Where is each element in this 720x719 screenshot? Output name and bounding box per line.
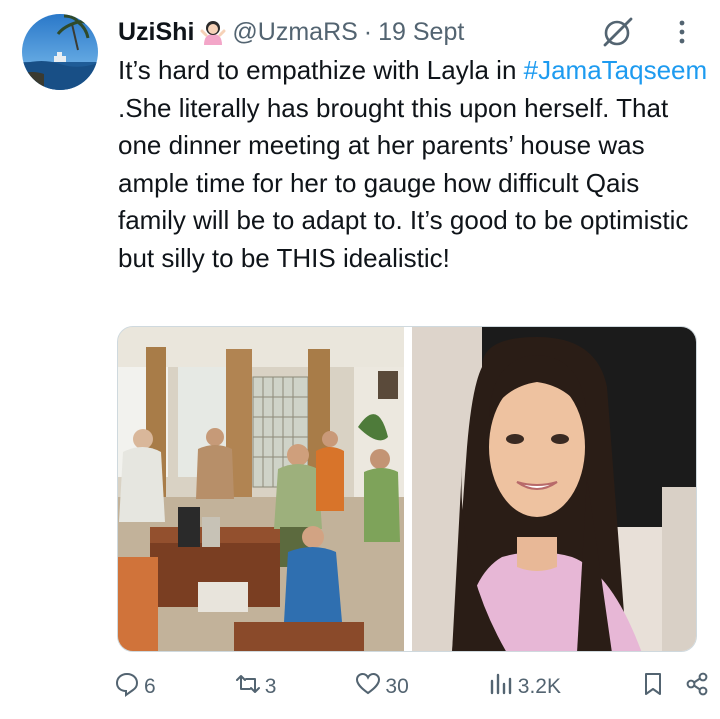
media-image-portrait[interactable] [412, 327, 696, 651]
display-name[interactable]: UziShi [118, 18, 194, 47]
repost-icon [235, 671, 261, 703]
views-button[interactable]: 3.2K [488, 671, 561, 703]
tweet-media [117, 326, 697, 652]
bookmark-button[interactable] [640, 671, 666, 703]
share-button[interactable] [684, 671, 710, 703]
reply-button[interactable]: 6 [114, 671, 156, 703]
tweet-date[interactable]: 19 Sept [378, 18, 464, 47]
reply-count: 6 [144, 675, 156, 698]
tweet-header: UziShi @UzmaRS · 19 Sept [118, 14, 464, 50]
views-count: 3.2K [517, 675, 561, 698]
like-icon [355, 671, 381, 703]
tweet-text-before: It’s hard to empathize with Layla in [118, 55, 524, 85]
right-actions [640, 671, 710, 703]
user-handle[interactable]: @UzmaRS [232, 18, 357, 47]
repost-count: 3 [264, 675, 277, 698]
tweet-text: It’s hard to empathize with Layla in #Ja… [118, 52, 708, 277]
tweet-text-after: .She literally has brought this upon her… [118, 92, 689, 273]
share-icon [684, 671, 710, 703]
hashtag-link[interactable]: #JamaTaqseem [524, 55, 708, 85]
separator-dot: · [363, 17, 373, 46]
avatar[interactable] [22, 14, 98, 90]
views-icon [488, 671, 514, 703]
bookmark-icon [640, 671, 666, 703]
like-button[interactable]: 30 [355, 671, 409, 703]
person-shrugging-emoji-icon [200, 19, 226, 45]
tweet-actions-bar: 6 3 30 3.2K [114, 670, 710, 704]
repost-button[interactable]: 3 [235, 671, 277, 703]
grok-icon[interactable] [601, 15, 635, 49]
reply-icon [114, 671, 140, 703]
more-options-icon[interactable] [668, 17, 696, 47]
like-count: 30 [385, 675, 409, 698]
media-image-living-room[interactable] [118, 327, 404, 651]
